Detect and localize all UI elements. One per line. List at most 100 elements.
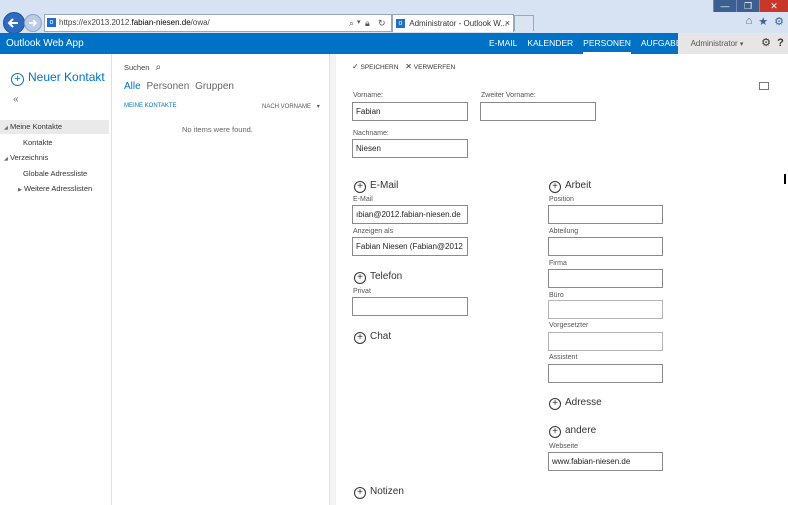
search-icon[interactable]: ⌕ [349, 15, 354, 31]
plus-circle-icon: + [549, 181, 561, 193]
popout-icon[interactable] [759, 82, 769, 90]
plus-circle-icon: + [354, 181, 366, 193]
sort-dropdown[interactable]: NACH VORNAME ▾ [262, 103, 320, 110]
chat-section-label: Chat [370, 331, 392, 342]
new-contact-button[interactable]: + Neuer Kontakt [11, 70, 105, 86]
zweiter-vorname-label: Zweiter Vorname: [481, 92, 536, 99]
position-field[interactable] [548, 205, 663, 224]
filter-tabs: Alle Personen Gruppen [124, 81, 234, 92]
nav-verzeichnis-label: Verzeichnis [9, 153, 49, 162]
abteilung-label: Abteilung [549, 228, 579, 235]
adresse-section-label: Adresse [565, 397, 602, 408]
nav-email[interactable]: E-MAIL [489, 33, 517, 54]
nav-kontakte[interactable]: Kontakte [23, 138, 53, 147]
search-label: Suchen [124, 63, 150, 72]
text-cursor-icon [784, 174, 786, 184]
nav-weitere-label: Weitere Adresslisten [23, 184, 93, 193]
firma-field[interactable] [548, 269, 663, 288]
restore-button[interactable]: ❐ [736, 0, 759, 12]
home-icon[interactable]: ⌂ [746, 15, 753, 28]
discard-label: VERWERFEN [413, 64, 456, 71]
anzeigen-als-label: Anzeigen als [353, 228, 394, 235]
new-tab-button[interactable] [514, 15, 534, 31]
nav-personen[interactable]: PERSONEN [583, 33, 631, 54]
email-section-toggle[interactable]: + E-Mail [354, 180, 398, 193]
help-icon[interactable]: ? [773, 33, 788, 54]
notizen-section-label: Notizen [370, 486, 404, 497]
privat-phone-field[interactable] [352, 297, 468, 316]
assistent-field[interactable] [548, 364, 663, 383]
webseite-field[interactable]: www.fabian-niesen.de [548, 452, 663, 471]
checkmark-icon: ✓ [352, 62, 359, 71]
address-bar[interactable]: o https://ex2013.2012.fabian-niesen.de/o… [44, 14, 392, 32]
notizen-section-toggle[interactable]: + Notizen [354, 486, 404, 499]
telefon-section-label: Telefon [370, 271, 403, 282]
browser-tab-active[interactable]: o Administrator - Outlook W... × [392, 14, 514, 32]
window-controls: — ❐ ✕ [713, 0, 788, 12]
lock-icon[interactable]: 🔒︎ [365, 15, 370, 31]
dropdown-icon[interactable]: ▾ [357, 15, 361, 31]
refresh-icon[interactable]: ↻ [378, 15, 386, 31]
nav-weitere-adresslisten[interactable]: ▶ Weitere Adresslisten [18, 184, 92, 193]
browser-toolbar-icons: ⌂ ★ ⚙ [746, 15, 784, 28]
plus-circle-icon: + [549, 398, 561, 410]
new-contact-label: Neuer Kontakt [28, 70, 105, 84]
chat-section-toggle[interactable]: + Chat [354, 331, 391, 344]
user-menu[interactable]: Administrator ▾ [678, 33, 756, 54]
firma-label: Firma [549, 260, 567, 267]
arrow-right-icon [29, 19, 38, 27]
vorname-label: Vorname: [353, 92, 383, 99]
search-box[interactable]: Suchen ⌕ [124, 62, 161, 73]
filter-gruppen[interactable]: Gruppen [195, 81, 234, 92]
favorites-star-icon[interactable]: ★ [758, 15, 768, 28]
andere-section-toggle[interactable]: + andere [549, 425, 596, 438]
save-label: SPEICHERN [360, 64, 399, 71]
tab-close-icon[interactable]: × [505, 15, 510, 32]
andere-section-label: andere [565, 425, 597, 436]
expand-triangle-icon: ◢ [4, 156, 8, 162]
plus-circle-icon: + [354, 487, 366, 499]
filter-personen[interactable]: Personen [146, 81, 189, 92]
anzeigen-als-field[interactable]: Fabian Niesen (Fabian@2012 [352, 237, 468, 256]
adresse-section-toggle[interactable]: + Adresse [549, 397, 602, 410]
search-icon: ⌕ [155, 62, 162, 73]
close-window-button[interactable]: ✕ [759, 0, 788, 12]
app-brand: Outlook Web App [6, 38, 84, 49]
privat-label: Privat [353, 288, 371, 295]
plus-circle-icon: + [11, 73, 24, 86]
vorname-field[interactable]: Fabian [352, 102, 468, 121]
nav-verzeichnis[interactable]: ◢ Verzeichnis [4, 153, 48, 162]
sort-label: NACH VORNAME [262, 104, 312, 110]
vorgesetzter-field[interactable] [548, 332, 663, 351]
back-button[interactable] [3, 12, 25, 34]
close-icon: ✕ [405, 62, 412, 71]
telefon-section-toggle[interactable]: + Telefon [354, 271, 402, 284]
collapse-pane-icon[interactable]: « [13, 94, 19, 105]
top-navigation: E-MAIL KALENDER PERSONEN AUFGABEN [489, 33, 688, 54]
abteilung-field[interactable] [548, 237, 663, 256]
zweiter-vorname-field[interactable] [480, 102, 596, 121]
nav-meine-kontakte[interactable]: ◢ Meine Kontakte [0, 120, 109, 134]
url-path: /owa/ [190, 18, 210, 27]
arbeit-section-toggle[interactable]: + Arbeit [549, 180, 591, 193]
save-button[interactable]: ✓ SPEICHERN [352, 62, 399, 71]
arbeit-section-label: Arbeit [565, 180, 592, 191]
discard-button[interactable]: ✕ VERWERFEN [405, 62, 456, 71]
url-text: https://ex2013.2012.fabian-niesen.de/owa… [59, 15, 210, 31]
chevron-down-icon: ▾ [739, 41, 744, 48]
nachname-label: Nachname: [353, 130, 389, 137]
buero-field[interactable] [548, 300, 663, 319]
gear-icon[interactable]: ⚙ [759, 33, 773, 54]
filter-alle[interactable]: Alle [124, 81, 141, 92]
nav-kalender[interactable]: KALENDER [527, 33, 573, 54]
form-toolbar: ✓ SPEICHERN ✕ VERWERFEN [352, 62, 455, 71]
minimize-button[interactable]: — [713, 0, 736, 12]
nachname-field[interactable]: Niesen [352, 139, 468, 158]
email-field[interactable]: ıbian@2012.fabian-niesen.de [352, 205, 468, 224]
buero-label: Büro [549, 292, 564, 299]
list-section-header: MEINE KONTAKTE [124, 103, 177, 109]
nav-globale-adressliste[interactable]: Globale Adressliste [23, 169, 87, 178]
list-pane-scrollbar[interactable] [330, 54, 336, 505]
settings-gear-icon[interactable]: ⚙ [774, 15, 784, 28]
forward-button[interactable] [24, 14, 42, 32]
